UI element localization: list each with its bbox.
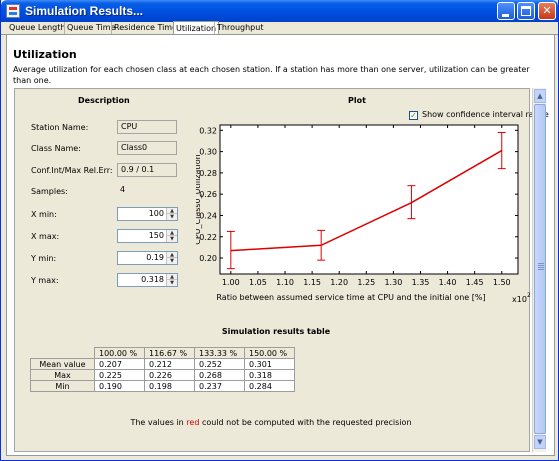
x-multiplier-label: x10 xyxy=(512,295,527,304)
plot-area xyxy=(219,124,519,275)
xmax-label: X max: xyxy=(31,232,60,241)
xmax-spinner[interactable]: 150 ▲ ▼ xyxy=(117,229,178,243)
table-col-header: 150.00 % xyxy=(244,347,295,359)
xmin-label: X min: xyxy=(31,210,57,219)
x-tick-label: 1.05 xyxy=(249,278,267,287)
footnote-text-before: The values in xyxy=(130,418,184,427)
table-cell[interactable]: 0.318 xyxy=(244,369,295,381)
tab-queue-time[interactable]: Queue Time xyxy=(64,22,117,34)
table-cell[interactable]: 0.198 xyxy=(144,380,195,392)
table-row: Mean value 0.207 0.212 0.252 0.301 xyxy=(30,358,295,370)
close-icon: ✕ xyxy=(542,4,552,17)
close-button[interactable]: ✕ xyxy=(538,2,556,20)
station-name-field: CPU xyxy=(117,120,177,134)
page-title: Utilization xyxy=(13,48,77,61)
maximize-icon xyxy=(521,6,531,16)
x-multiplier-exponent: 2 xyxy=(527,292,531,299)
scroll-down-arrow-icon[interactable]: ▼ xyxy=(534,435,546,449)
app-icon xyxy=(6,4,20,18)
ymin-label: Y min: xyxy=(31,254,57,263)
tab-throughput[interactable]: Throughput xyxy=(214,22,265,34)
xmin-down-arrow-icon[interactable]: ▼ xyxy=(167,214,177,220)
scrollbar-thumb[interactable] xyxy=(534,104,546,434)
table-corner xyxy=(31,348,95,359)
samples-label: Samples: xyxy=(31,187,68,196)
window-title: Simulation Results... xyxy=(25,4,144,18)
title-bar[interactable]: Simulation Results... ✕ xyxy=(1,0,558,22)
footnote-text-after: could not be computed with the requested… xyxy=(201,418,412,427)
x-tick-label: 1.20 xyxy=(330,278,348,287)
table-cell[interactable]: 0.284 xyxy=(244,380,295,392)
ymax-value[interactable]: 0.318 xyxy=(141,274,164,286)
station-name-label: Station Name: xyxy=(31,123,89,132)
table-cell[interactable]: 0.301 xyxy=(244,358,295,370)
y-tick-label: 0.20 xyxy=(199,254,217,263)
table-cell[interactable]: 0.212 xyxy=(144,358,195,370)
xmin-spinner[interactable]: 100 ▲ ▼ xyxy=(117,207,178,221)
table-cell[interactable]: 0.237 xyxy=(194,380,245,392)
ymax-label: Y max: xyxy=(31,276,59,285)
x-tick-label: 1.10 xyxy=(276,278,294,287)
results-table-title: Simulation results table xyxy=(221,327,331,336)
tab-residence-time[interactable]: Residence Time xyxy=(111,22,179,34)
precision-footnote: The values in red could not be computed … xyxy=(111,418,431,427)
conf-int-label: Conf.Int/Max Rel.Err: xyxy=(31,166,113,175)
plot-title: Plot xyxy=(348,96,366,105)
xmax-value[interactable]: 150 xyxy=(149,230,164,242)
x-axis-label: Ratio between assumed service time at CP… xyxy=(216,293,485,302)
class-name-field: Class0 xyxy=(117,141,177,155)
minimize-button[interactable] xyxy=(497,2,515,20)
show-ci-checkbox[interactable]: ✓ xyxy=(409,111,418,120)
table-cell[interactable]: 0.225 xyxy=(94,369,145,381)
minimize-icon xyxy=(502,14,509,17)
checkmark-icon: ✓ xyxy=(410,111,417,120)
class-name-label: Class Name: xyxy=(31,144,81,153)
table-row: Max 0.225 0.226 0.268 0.318 xyxy=(30,369,295,381)
scroll-up-arrow-icon[interactable]: ▲ xyxy=(534,89,546,103)
utilization-chart: 0.200.220.240.260.280.300.321.00 1.05 1.10… xyxy=(196,124,531,304)
page-description: Average utilization for each chosen clas… xyxy=(13,65,530,85)
scroll-grip-icon xyxy=(538,263,544,264)
vertical-scrollbar[interactable]: ▲ ▼ xyxy=(532,88,546,452)
x-tick-label: 1.40 xyxy=(439,278,457,287)
show-ci-label[interactable]: Show confidence interval range xyxy=(422,110,549,119)
xmax-down-arrow-icon[interactable]: ▼ xyxy=(167,236,177,242)
tab-queue-length[interactable]: Queue Length xyxy=(7,22,67,34)
table-cell[interactable]: 0.190 xyxy=(94,380,145,392)
row-header-max: Max xyxy=(30,369,95,381)
table-cell[interactable]: 0.252 xyxy=(194,358,245,370)
y-tick-label: 0.32 xyxy=(199,126,217,135)
ymax-down-arrow-icon[interactable]: ▼ xyxy=(167,280,177,286)
results-table: 100.00 % 116.67 % 133.33 % 150.00 % Mean… xyxy=(30,347,295,392)
samples-field: 4 xyxy=(117,184,177,198)
xmin-value[interactable]: 100 xyxy=(149,208,164,220)
footnote-red-word: red xyxy=(186,418,200,427)
table-col-header: 116.67 % xyxy=(144,347,195,359)
table-cell[interactable]: 0.207 xyxy=(94,358,145,370)
x-tick-label: 1.25 xyxy=(357,278,375,287)
ymin-spinner[interactable]: 0.19 ▲ ▼ xyxy=(117,251,178,265)
description-title: Description xyxy=(78,96,130,105)
x-tick-label: 1.35 xyxy=(412,278,430,287)
table-cell[interactable]: 0.226 xyxy=(144,369,195,381)
x-tick-label: 1.00 xyxy=(222,278,240,287)
x-tick-label: 1.15 xyxy=(303,278,321,287)
x-tick-label: 1.45 xyxy=(466,278,484,287)
y-axis-label: CPU_Class0_Utilization xyxy=(196,154,202,245)
table-col-header: 100.00 % xyxy=(94,347,145,359)
row-header-min: Min xyxy=(30,380,95,392)
table-row: Min 0.190 0.198 0.237 0.284 xyxy=(30,380,295,392)
table-cell[interactable]: 0.268 xyxy=(194,369,245,381)
x-tick-label: 1.50 xyxy=(493,278,511,287)
ymax-spinner[interactable]: 0.318 ▲ ▼ xyxy=(117,273,178,287)
simulation-results-window: Simulation Results... ✕ Queue Length Que… xyxy=(0,0,559,461)
tab-utilization[interactable]: Utilization xyxy=(173,21,220,34)
x-tick-label: 1.30 xyxy=(384,278,402,287)
ymin-down-arrow-icon[interactable]: ▼ xyxy=(167,258,177,264)
maximize-button[interactable] xyxy=(517,2,535,20)
row-header-mean: Mean value xyxy=(30,358,95,370)
ymin-value[interactable]: 0.19 xyxy=(146,252,164,264)
conf-int-field: 0.9 / 0.1 xyxy=(117,163,177,177)
table-col-header: 133.33 % xyxy=(194,347,245,359)
